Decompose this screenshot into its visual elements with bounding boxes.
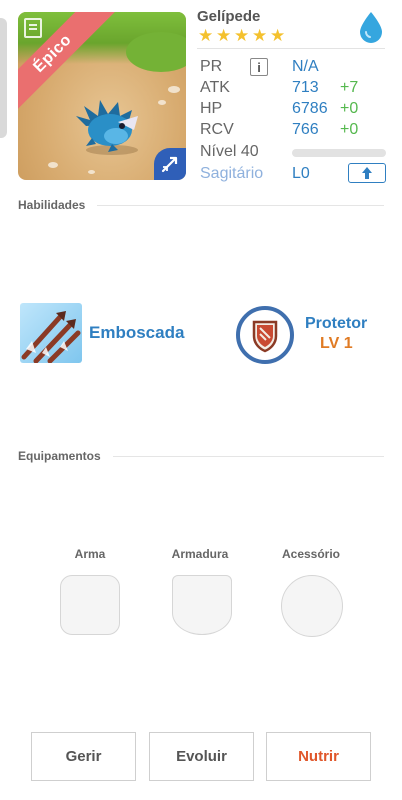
star-icon: ★: [216, 26, 232, 45]
star-icon: ★: [252, 26, 268, 45]
arrows-volley-icon: [21, 311, 81, 363]
monster-sprite: [76, 100, 138, 155]
skills-section-header: Habilidades: [18, 198, 384, 212]
armor-slot[interactable]: [172, 575, 232, 635]
skill-protetor-icon[interactable]: [236, 306, 294, 364]
stat-label: HP: [200, 100, 223, 117]
class-badge: [154, 148, 186, 180]
manage-button[interactable]: Gerir: [31, 732, 136, 781]
level-progress-bar: [292, 149, 386, 157]
skill-name[interactable]: Emboscada: [89, 323, 184, 343]
stat-bonus: +7: [340, 79, 359, 96]
accessory-slot[interactable]: [281, 575, 343, 637]
skill-name[interactable]: Protetor: [305, 315, 367, 333]
limit-level: L0: [292, 165, 310, 182]
stat-label: ATK: [200, 79, 230, 96]
class-name: Sagitário: [200, 165, 264, 182]
pebble: [168, 86, 180, 93]
shield-icon: [252, 320, 278, 353]
stat-label: PR: [200, 58, 223, 75]
star-rating: ★ ★ ★ ★ ★: [198, 26, 286, 45]
armor-label: Armadura: [171, 547, 229, 561]
monster-name: Gelípede: [197, 8, 261, 25]
stat-label: RCV: [200, 121, 234, 138]
document-icon[interactable]: [24, 18, 42, 38]
stat-value: 713: [292, 79, 319, 96]
star-icon: ★: [198, 26, 214, 45]
feed-button[interactable]: Nutrir: [266, 732, 371, 781]
divider: [97, 204, 384, 206]
level-label: Nível 40: [200, 143, 259, 160]
pebble: [48, 162, 58, 168]
stat-row-class: Sagitário L0: [200, 163, 388, 185]
section-title: Equipamentos: [18, 449, 101, 463]
stat-bonus: +0: [340, 100, 359, 117]
pebble: [88, 170, 95, 174]
pebble: [158, 100, 166, 105]
divider: [197, 48, 385, 49]
archer-arrow-icon: [161, 156, 178, 173]
info-glyph: i: [257, 59, 261, 75]
upgrade-button[interactable]: [348, 163, 386, 183]
weapon-label: Arma: [74, 547, 106, 561]
grass-decoration: [126, 32, 186, 72]
info-icon[interactable]: i: [250, 58, 268, 76]
evolve-button[interactable]: Evoluir: [149, 732, 254, 781]
monster-portrait[interactable]: Épico: [18, 12, 186, 180]
water-drop-icon[interactable]: [358, 10, 384, 44]
weapon-slot[interactable]: [60, 575, 120, 635]
stat-value: N/A: [292, 58, 319, 75]
skill-level: LV 1: [320, 335, 353, 352]
stat-bonus: +0: [340, 121, 359, 138]
star-icon: ★: [234, 26, 250, 45]
stat-row-level: Nível 40: [200, 141, 388, 163]
side-drawer-handle[interactable]: [0, 18, 7, 138]
monster-detail-screen: Épico Gelípede ★ ★ ★ ★ ★ PR i N/A ATK 71…: [0, 0, 402, 800]
stat-value: 6786: [292, 100, 328, 117]
arrow-up-icon: [362, 167, 372, 179]
stat-value: 766: [292, 121, 319, 138]
skill-emboscada-icon[interactable]: [20, 303, 82, 363]
accessory-label: Acessório: [281, 547, 341, 561]
section-title: Habilidades: [18, 198, 86, 212]
star-icon: ★: [270, 26, 286, 45]
equipment-section-header: Equipamentos: [18, 449, 384, 463]
divider: [112, 455, 384, 457]
